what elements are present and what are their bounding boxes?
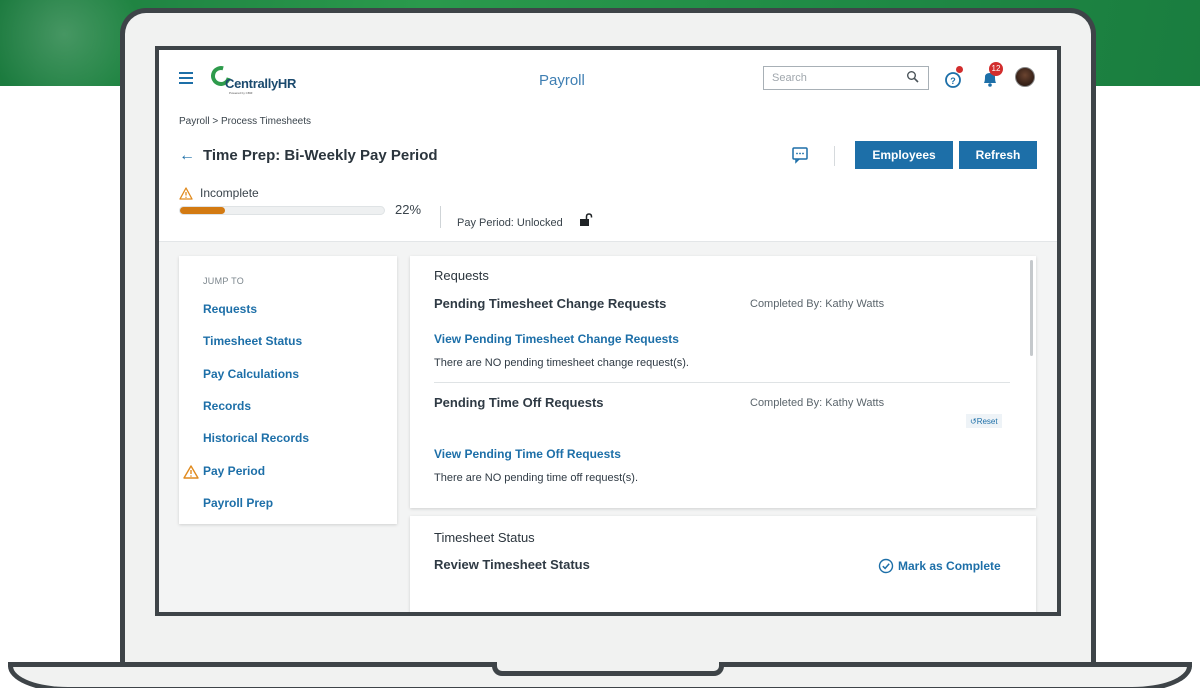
breadcrumb: Payroll > Process Timesheets [179, 116, 311, 127]
refresh-button[interactable]: Refresh [959, 141, 1037, 169]
laptop-notch [492, 662, 724, 676]
notification-count-badge: 12 [989, 62, 1003, 76]
review-timesheet-status-heading: Review Timesheet Status [434, 557, 590, 572]
page-title: Time Prep: Bi-Weekly Pay Period [203, 147, 438, 164]
reset-button[interactable]: ↺Reset [966, 414, 1002, 428]
comment-icon[interactable] [791, 146, 809, 164]
timesheet-change-completed-by: Completed By: Kathy Watts [750, 298, 885, 310]
progress-fill [180, 207, 225, 214]
employees-button[interactable]: Employees [855, 141, 953, 169]
hamburger-menu-icon[interactable] [179, 72, 197, 86]
requests-scrollbar[interactable] [1030, 260, 1033, 356]
status-divider [440, 206, 441, 228]
notifications-icon[interactable]: 12 [979, 62, 1003, 90]
logo-text: CentrallyHR [225, 76, 297, 91]
jump-item-timesheet-status[interactable]: Timesheet Status [203, 334, 302, 348]
pending-time-off-heading: Pending Time Off Requests [434, 395, 604, 410]
time-off-message: There are NO pending time off request(s)… [434, 472, 639, 484]
view-timesheet-change-requests-link[interactable]: View Pending Timesheet Change Requests [434, 332, 679, 346]
app-header: CentrallyHR Powered by CBIZ Payroll ? 12 [159, 50, 1057, 242]
help-icon[interactable]: ? [943, 66, 965, 90]
user-avatar[interactable] [1015, 67, 1035, 87]
timesheet-status-card: Timesheet Status Review Timesheet Status… [410, 516, 1036, 612]
pay-period-status: Pay Period: Unlocked [457, 217, 563, 229]
header-divider [834, 146, 835, 166]
jump-to-title: JUMP TO [203, 276, 245, 286]
timesheet-change-message: There are NO pending timesheet change re… [434, 357, 689, 369]
requests-card: Requests Pending Timesheet Change Reques… [410, 256, 1036, 508]
progress-percent: 22% [395, 202, 422, 217]
app-screen: CentrallyHR Powered by CBIZ Payroll ? 12 [155, 46, 1061, 616]
svg-text:?: ? [950, 76, 956, 86]
progress-bar [179, 206, 385, 215]
jump-item-historical-records[interactable]: Historical Records [203, 431, 309, 445]
timesheet-status-section-title: Timesheet Status [434, 530, 535, 545]
check-circle-icon [878, 558, 894, 574]
jump-item-requests[interactable]: Requests [203, 302, 257, 316]
unlocked-icon[interactable] [579, 213, 593, 227]
warning-icon [179, 187, 193, 200]
app-title: Payroll [539, 72, 585, 89]
logo-subtext: Powered by CBIZ [229, 91, 253, 95]
jump-item-pay-period[interactable]: Pay Period [203, 464, 265, 478]
back-arrow-icon[interactable]: ← [179, 147, 195, 165]
centrallyhr-logo[interactable]: CentrallyHR Powered by CBIZ [207, 62, 301, 96]
jump-item-records[interactable]: Records [203, 399, 251, 413]
jump-item-pay-calculations[interactable]: Pay Calculations [203, 367, 299, 381]
requests-divider [434, 382, 1010, 383]
completion-status: Incomplete [200, 186, 259, 200]
mark-as-complete-label: Mark as Complete [898, 559, 1001, 573]
search-box[interactable] [763, 66, 929, 90]
jump-item-payroll-prep[interactable]: Payroll Prep [203, 496, 273, 510]
time-off-completed-by: Completed By: Kathy Watts [750, 397, 885, 409]
search-input[interactable] [772, 70, 902, 86]
search-icon[interactable] [906, 70, 920, 84]
pending-timesheet-change-heading: Pending Timesheet Change Requests [434, 296, 667, 311]
jump-item-warning-icon [183, 465, 199, 479]
help-alert-dot [956, 66, 963, 73]
view-time-off-requests-link[interactable]: View Pending Time Off Requests [434, 447, 621, 461]
jump-to-panel: JUMP TO Requests Timesheet Status Pay Calc… [179, 256, 397, 524]
requests-section-title: Requests [434, 268, 489, 283]
